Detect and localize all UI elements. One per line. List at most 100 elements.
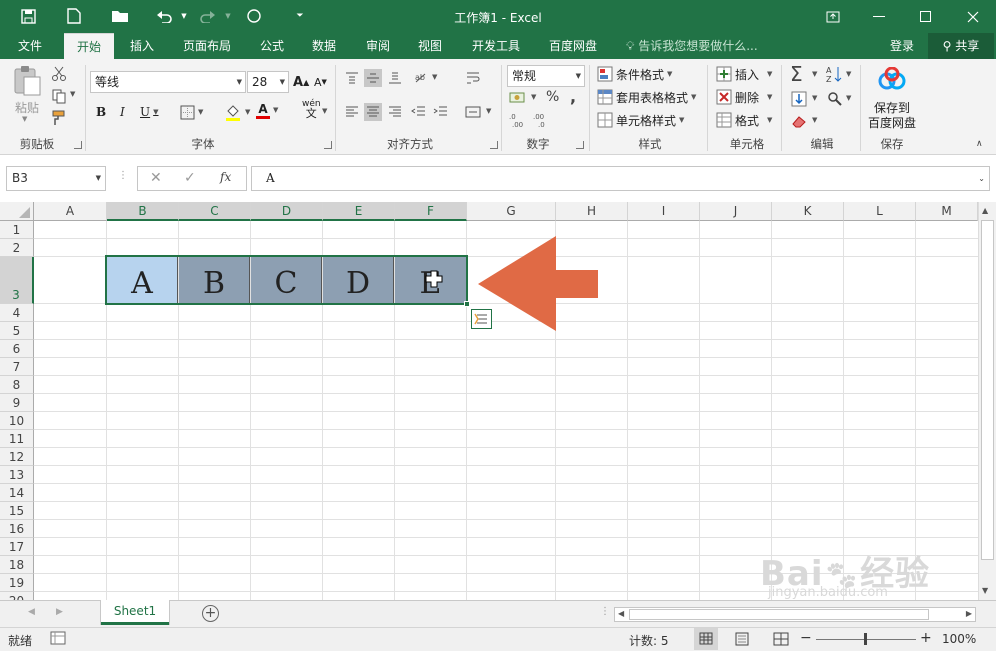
minimize-icon[interactable] (856, 0, 902, 33)
row-header-14[interactable]: 14 (0, 484, 34, 502)
orientation-icon[interactable]: ab (412, 69, 430, 87)
font-color-button[interactable]: A ▼ (256, 100, 278, 120)
row-header-5[interactable]: 5 (0, 322, 34, 340)
tab-formulas[interactable]: 公式 (252, 33, 292, 59)
copy-dropdown-icon[interactable]: ▼ (70, 90, 75, 98)
decrease-decimal-icon[interactable]: .00.0 (533, 111, 551, 129)
delete-cells-button[interactable]: 删除 ▼ (716, 87, 772, 107)
decrease-indent-icon[interactable] (410, 103, 428, 121)
table-format-button[interactable]: 套用表格格式 ▼ (597, 87, 696, 107)
align-middle-icon[interactable] (364, 69, 382, 87)
underline-button[interactable]: U ▼ (140, 102, 159, 122)
cut-icon[interactable] (50, 65, 68, 83)
column-header-j[interactable]: J (700, 202, 772, 221)
horizontal-scrollbar[interactable]: ◀ ▶ (614, 607, 976, 622)
column-header-l[interactable]: L (844, 202, 916, 221)
tab-review[interactable]: 审阅 (358, 33, 398, 59)
borders-button[interactable]: ▼ (180, 102, 203, 122)
select-all-corner[interactable] (0, 202, 34, 221)
row-header-9[interactable]: 9 (0, 394, 34, 412)
merge-center-icon[interactable] (464, 103, 482, 121)
share-button[interactable]: ⚲ 共享 (928, 33, 994, 59)
zoom-out-button[interactable]: − (800, 630, 812, 646)
scroll-thumb[interactable] (981, 220, 994, 560)
fill-handle[interactable] (464, 301, 470, 307)
tab-page-layout[interactable]: 页面布局 (172, 33, 242, 59)
scroll-up-icon[interactable]: ▲ (982, 206, 988, 215)
collapse-ribbon-icon[interactable]: ∧ (976, 139, 983, 149)
find-select-icon[interactable] (826, 90, 844, 108)
tab-view[interactable]: 视图 (410, 33, 450, 59)
row-header-8[interactable]: 8 (0, 376, 34, 394)
chevron-down-icon[interactable]: ▼ (846, 94, 851, 102)
alignment-launcher-icon[interactable] (490, 141, 498, 149)
row-header-17[interactable]: 17 (0, 538, 34, 556)
h-scroll-thumb[interactable] (629, 609, 929, 620)
column-header-h[interactable]: H (556, 202, 628, 221)
row-header-13[interactable]: 13 (0, 466, 34, 484)
expand-formula-icon[interactable]: ⌄ (978, 167, 985, 190)
currency-icon[interactable] (509, 89, 527, 107)
percent-button[interactable]: % (546, 89, 559, 105)
row-header-15[interactable]: 15 (0, 502, 34, 520)
format-painter-icon[interactable] (50, 109, 68, 127)
row-header-12[interactable]: 12 (0, 448, 34, 466)
chevron-down-icon[interactable]: ▼ (531, 93, 536, 101)
row-header-20[interactable]: 20 (0, 592, 34, 600)
ribbon-display-icon[interactable] (810, 0, 856, 33)
fill-color-button[interactable]: ▼ (224, 102, 250, 122)
zoom-level[interactable]: 100% (942, 632, 976, 646)
normal-view-icon[interactable] (694, 628, 718, 650)
row-header-18[interactable]: 18 (0, 556, 34, 574)
sheet-tab-sheet1[interactable]: Sheet1 (101, 600, 169, 625)
row-header-7[interactable]: 7 (0, 358, 34, 376)
row-header-1[interactable]: 1 (0, 221, 34, 239)
next-sheet-icon[interactable]: ▶ (56, 607, 63, 617)
cancel-icon[interactable]: ✕ (150, 170, 162, 186)
chevron-down-icon[interactable]: ▼ (812, 116, 817, 124)
row-header-19[interactable]: 19 (0, 574, 34, 592)
row-header-4[interactable]: 4 (0, 304, 34, 322)
align-center-icon[interactable] (364, 103, 382, 121)
close-icon[interactable] (950, 0, 996, 33)
increase-decimal-icon[interactable]: .0.00 (509, 111, 527, 129)
align-top-icon[interactable] (343, 69, 361, 87)
tab-file[interactable]: 文件 (6, 33, 54, 59)
increase-indent-icon[interactable] (432, 103, 450, 121)
maximize-icon[interactable] (902, 0, 948, 33)
bold-button[interactable]: B (96, 102, 106, 122)
tab-data[interactable]: 数据 (304, 33, 344, 59)
column-header-a[interactable]: A (34, 202, 107, 221)
chevron-down-icon[interactable]: ▼ (846, 70, 851, 78)
enter-icon[interactable]: ✓ (184, 170, 196, 186)
cell-styles-button[interactable]: 单元格样式 ▼ (597, 110, 684, 130)
number-format-box[interactable]: 常规 ▼ (507, 65, 585, 87)
chevron-down-icon[interactable]: ▼ (432, 73, 437, 81)
scroll-down-icon[interactable]: ▼ (982, 586, 988, 595)
row-header-11[interactable]: 11 (0, 430, 34, 448)
align-left-icon[interactable] (343, 103, 361, 121)
column-header-b[interactable]: B (107, 202, 179, 221)
paste-button[interactable]: 粘贴 ▼ (10, 65, 44, 125)
row-header-16[interactable]: 16 (0, 520, 34, 538)
row-header-2[interactable]: 2 (0, 239, 34, 257)
drag-handle-icon[interactable]: ⋮ (118, 170, 128, 181)
autosum-icon[interactable]: Σ (790, 62, 803, 86)
tab-insert[interactable]: 插入 (122, 33, 162, 59)
chevron-down-icon[interactable]: ▼ (486, 107, 491, 115)
tab-baidu-netdisk[interactable]: 百度网盘 (540, 33, 606, 59)
italic-button[interactable]: I (120, 102, 125, 122)
macro-record-icon[interactable] (50, 631, 66, 648)
column-header-g[interactable]: G (467, 202, 556, 221)
row-header-3[interactable]: 3 (0, 257, 34, 304)
formula-input[interactable]: A ⌄ (251, 166, 990, 191)
column-header-m[interactable]: M (916, 202, 978, 221)
insert-function-icon[interactable]: fx (220, 170, 231, 184)
font-launcher-icon[interactable] (324, 141, 332, 149)
prev-sheet-icon[interactable]: ◀ (28, 607, 35, 617)
font-name-box[interactable]: 等线 ▼ (90, 71, 246, 93)
wrap-text-icon[interactable] (464, 69, 482, 87)
clear-icon[interactable] (790, 112, 808, 130)
number-launcher-icon[interactable] (576, 141, 584, 149)
chevron-down-icon[interactable]: ▼ (812, 70, 817, 78)
